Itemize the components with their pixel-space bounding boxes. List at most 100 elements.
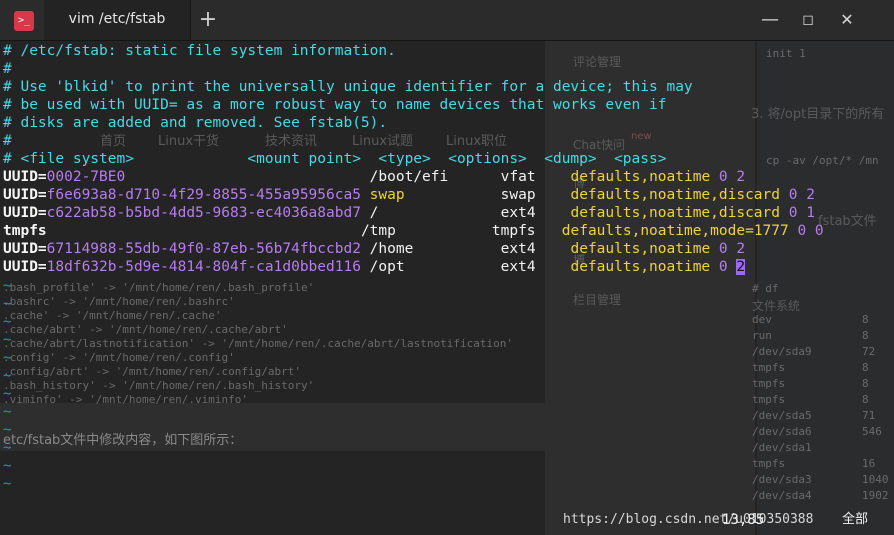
entry-pad xyxy=(536,223,562,239)
entry-pad xyxy=(536,241,571,257)
entry-pad xyxy=(361,241,370,257)
entry-type: swap xyxy=(500,187,536,203)
ghost-df-row: tmpfs xyxy=(752,361,786,374)
fstab-entry-line: tmpfs /tmp tmpfs defaults,noatime,mode=1… xyxy=(3,222,824,240)
ghost-df-row: /dev/sda4 xyxy=(752,489,812,502)
close-icon[interactable]: ✕ xyxy=(836,9,858,31)
entry-dump-pass: 0 xyxy=(710,259,737,275)
ghost-df-size: 16 xyxy=(862,457,876,470)
entry-uuid: 67114988-55db-49f0-87eb-56b74fbccbd2 xyxy=(46,241,361,257)
entry-dump-pass: 0 2 xyxy=(710,241,746,257)
ghost-line: .cache' -> '/mnt/home/ren/.cache' xyxy=(3,309,222,322)
ghost-df-cmd: # df xyxy=(752,282,779,295)
empty-line-tilde: ~ xyxy=(3,386,12,402)
new-tab-plus-icon[interactable]: + xyxy=(196,9,220,33)
ghost-df-size: 1040 xyxy=(862,473,889,486)
entry-options-keyword: noatime xyxy=(649,259,711,275)
ghost-df-row: dev xyxy=(752,313,772,326)
entry-pad xyxy=(361,259,370,275)
entry-options-keyword: noatime xyxy=(649,241,711,257)
entry-key: UUID= xyxy=(3,169,47,185)
entry-options: defaults, xyxy=(570,169,650,185)
ghost-caption-strip xyxy=(0,403,545,451)
ghost-df-size: 8 xyxy=(862,313,869,326)
maximize-icon[interactable]: ◻ xyxy=(797,9,819,31)
ghost-side-panel xyxy=(545,41,755,535)
ghost-df-row: /dev/sda1 xyxy=(752,441,812,454)
cursor-position: 13,85 xyxy=(722,512,765,528)
terminal-area[interactable]: 首页 Linux干货 技术资讯 Linux试题 Linux职位 .bash_pr… xyxy=(0,41,894,535)
comment-line: # xyxy=(3,61,12,77)
fstab-entry-line: UUID=f6e693a8-d710-4f29-8855-455a95956ca… xyxy=(3,186,815,204)
ghost-line: .cache/abrt' -> '/mnt/home/ren/.cache/ab… xyxy=(3,323,288,336)
ghost-right-panel xyxy=(757,41,894,535)
title-bar: >_ vim /etc/fstab + — ◻ ✕ xyxy=(0,0,894,41)
ghost-step-3: 3. 将/opt目录下的所有 xyxy=(751,107,885,122)
comment-line: # Use 'blkid' to print the universally u… xyxy=(3,79,693,95)
ghost-menu-5: 栏目管理 xyxy=(573,293,622,307)
ghost-line: .bash_profile' -> '/mnt/home/ren/.bash_p… xyxy=(3,281,315,294)
ghost-fstab-label: fstab文件 xyxy=(818,214,877,229)
entry-type: ext4 xyxy=(500,241,536,257)
entry-dump-pass: 0 2 xyxy=(780,187,815,203)
scroll-position: 全部 xyxy=(842,512,869,527)
entry-pad xyxy=(361,187,370,203)
entry-pad xyxy=(378,205,500,221)
entry-mount-point: swap xyxy=(369,187,405,203)
entry-uuid: f6e693a8-d710-4f29-8855-455a95956ca5 xyxy=(46,187,361,203)
ghost-df-size: 1902 xyxy=(862,489,889,502)
entry-pad xyxy=(47,223,361,239)
entry-pad xyxy=(536,187,571,203)
fstab-entry-line: UUID=67114988-55db-49f0-87eb-56b74fbccbd… xyxy=(3,240,745,258)
fstab-entry-line: UUID=18df632b-5d9e-4814-804f-ca1d0bbed11… xyxy=(3,258,746,276)
entry-pad xyxy=(361,205,370,221)
entry-type: ext4 xyxy=(500,205,536,221)
entry-type: ext4 xyxy=(500,259,536,275)
ghost-nav-3: 技术资讯 xyxy=(265,134,318,149)
entry-type: vfat xyxy=(500,169,536,185)
ghost-menu-1: 评论管理 xyxy=(573,55,622,69)
ghost-df-size: 71 xyxy=(862,409,876,422)
entry-options-keyword: noatime,discard xyxy=(649,187,780,203)
minimize-icon[interactable]: — xyxy=(759,9,781,31)
ghost-df-size: 8 xyxy=(862,361,869,374)
ghost-df-size: 8 xyxy=(862,393,869,406)
empty-line-tilde: ~ xyxy=(3,368,12,384)
ghost-df-row: /dev/sda3 xyxy=(752,473,812,486)
comment-line: # /etc/fstab: static file system informa… xyxy=(3,43,396,59)
empty-line-tilde: ~ xyxy=(3,314,12,330)
entry-options-keyword: noatime,mode=1777 xyxy=(640,223,789,239)
entry-pad xyxy=(405,259,501,275)
entry-mount-point: /opt xyxy=(369,259,405,275)
entry-pad xyxy=(536,259,571,275)
entry-mount-point: /boot/efi xyxy=(369,169,449,185)
ghost-df-row: /dev/sda5 xyxy=(752,409,812,422)
entry-pad xyxy=(448,169,500,185)
entry-dump-pass: 0 1 xyxy=(780,205,815,221)
ghost-caption: etc/fstab文件中修改内容，如下图所示： xyxy=(3,433,243,448)
entry-pad xyxy=(396,223,492,239)
entry-dump-pass: 0 2 xyxy=(710,169,746,185)
ghost-nav-5: Linux职位 xyxy=(446,134,508,149)
entry-uuid: c622ab58-b5bd-4dd5-9683-ec4036a8abd7 xyxy=(46,205,361,221)
tab-vim-fstab[interactable]: vim /etc/fstab xyxy=(44,0,191,40)
empty-line-tilde: ~ xyxy=(3,278,12,294)
entry-pad xyxy=(125,169,369,185)
entry-options: defaults, xyxy=(570,241,650,257)
ghost-df-size: 8 xyxy=(862,329,869,342)
ghost-line: .config' -> '/mnt/home/ren/.config' xyxy=(3,351,235,364)
ghost-code-init: init 1 xyxy=(766,47,806,60)
entry-key: tmpfs xyxy=(3,223,47,239)
entry-options-keyword: noatime xyxy=(649,169,711,185)
entry-pad xyxy=(413,241,500,257)
empty-line-tilde: ~ xyxy=(3,458,12,474)
terminal-app-icon: >_ xyxy=(14,11,34,31)
empty-line-tilde: ~ xyxy=(3,350,12,366)
ghost-line: .bash_history' -> '/mnt/home/ren/.bash_h… xyxy=(3,379,315,392)
ghost-nav-1: 首页 xyxy=(100,134,127,149)
entry-options: defaults, xyxy=(561,223,641,239)
ghost-df-size: 546 xyxy=(862,425,882,438)
entry-options: defaults, xyxy=(570,259,650,275)
tab-title: vim /etc/fstab xyxy=(68,11,166,27)
comment-header-line: # <file system> <mount point> <type> <op… xyxy=(3,151,667,167)
